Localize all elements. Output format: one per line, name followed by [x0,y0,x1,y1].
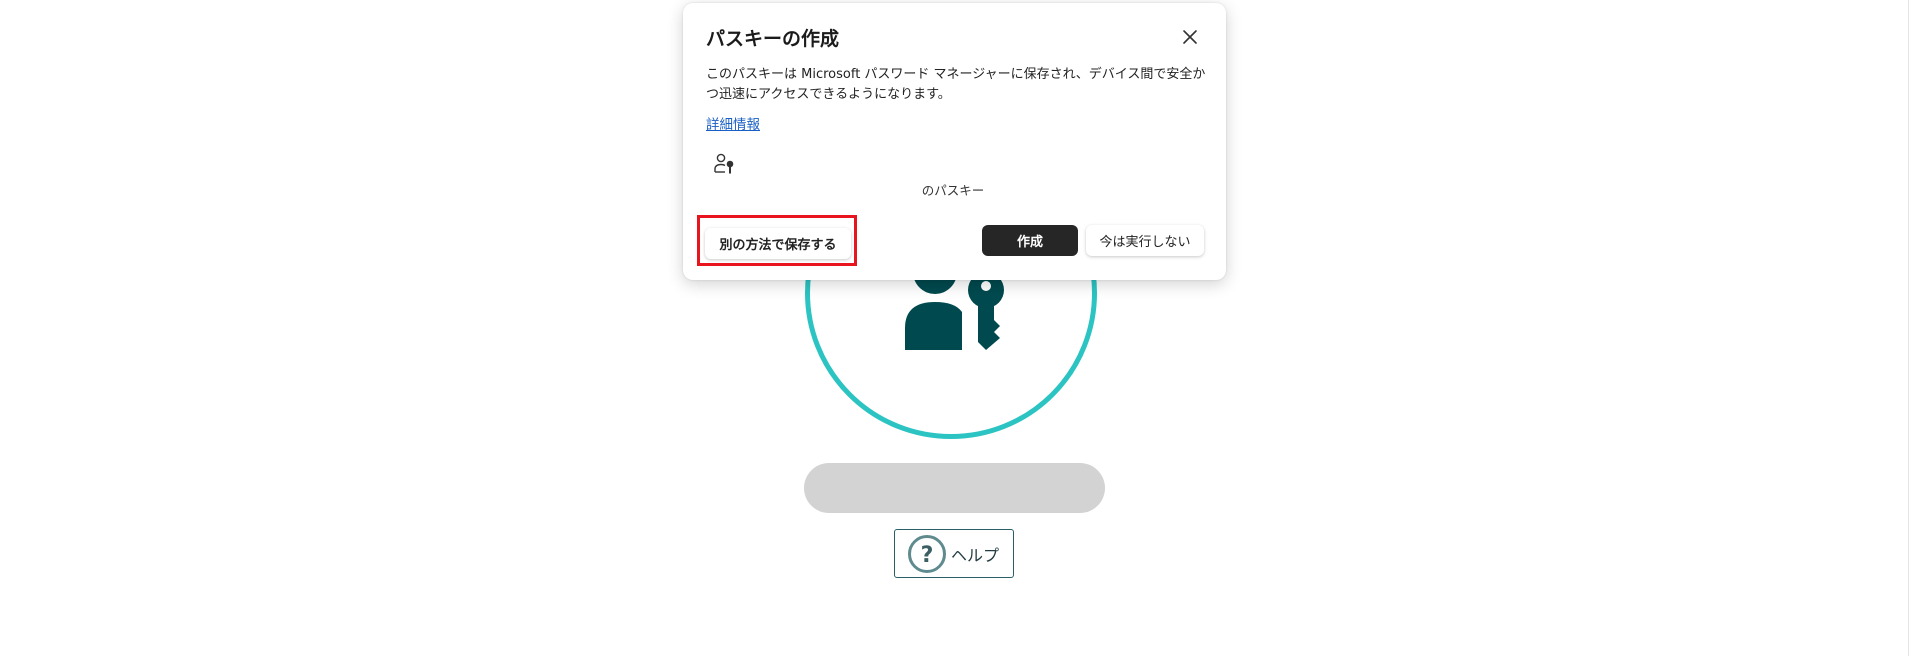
help-label: ヘルプ [951,545,1000,565]
dialog-description: このパスキーは Microsoft パスワード マネージャーに保存され、デバイス… [706,67,1206,102]
page-edge-divider [1908,0,1909,656]
question-circle-icon: ? [908,534,946,573]
dialog-title: パスキーの作成 [706,28,840,50]
close-icon [1183,30,1197,44]
passkey-account-label: のパスキー [921,183,985,198]
loading-placeholder-bar [804,463,1105,513]
svg-text:?: ? [921,543,934,568]
learn-more-link[interactable]: 詳細情報 [706,113,760,133]
save-another-way-button[interactable]: 別の方法で保存する [705,228,851,259]
create-button[interactable]: 作成 [982,225,1078,256]
help-button[interactable]: ? ヘルプ [894,529,1014,578]
not-now-button[interactable]: 今は実行しない [1086,225,1204,256]
create-passkey-dialog: パスキーの作成 このパスキーは Microsoft パスワード マネージャーに保… [683,3,1226,280]
close-button[interactable] [1175,22,1205,52]
person-key-icon [714,153,734,174]
